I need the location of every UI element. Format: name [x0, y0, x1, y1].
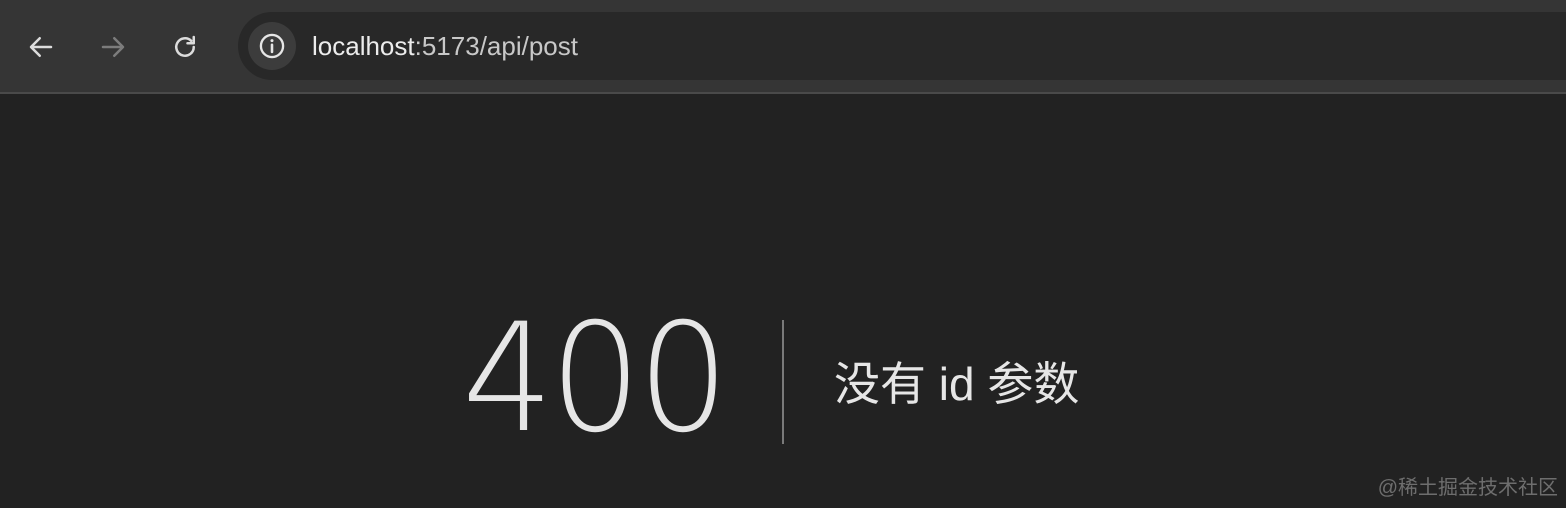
site-info-button[interactable]	[248, 22, 296, 70]
reload-icon	[175, 35, 195, 57]
status-code: 400	[462, 292, 729, 466]
reload-button[interactable]	[164, 26, 206, 68]
arrow-right-icon	[101, 37, 125, 57]
arrow-left-icon	[29, 37, 53, 57]
url-host: localhost	[312, 31, 415, 61]
info-circle-icon	[259, 33, 285, 59]
address-bar[interactable]: localhost:5173/api/post	[238, 12, 1566, 80]
url-path: :5173/api/post	[414, 31, 578, 61]
back-button[interactable]	[20, 26, 62, 68]
url-text[interactable]: localhost:5173/api/post	[312, 12, 578, 80]
vertical-divider	[782, 320, 784, 444]
error-message: 没有 id 参数	[834, 358, 1080, 410]
error-page: 400 没有 id 参数	[0, 94, 1566, 508]
watermark: @稀土掘金技术社区	[1377, 477, 1558, 499]
forward-button[interactable]	[92, 26, 134, 68]
browser-toolbar: localhost:5173/api/post	[0, 0, 1566, 94]
